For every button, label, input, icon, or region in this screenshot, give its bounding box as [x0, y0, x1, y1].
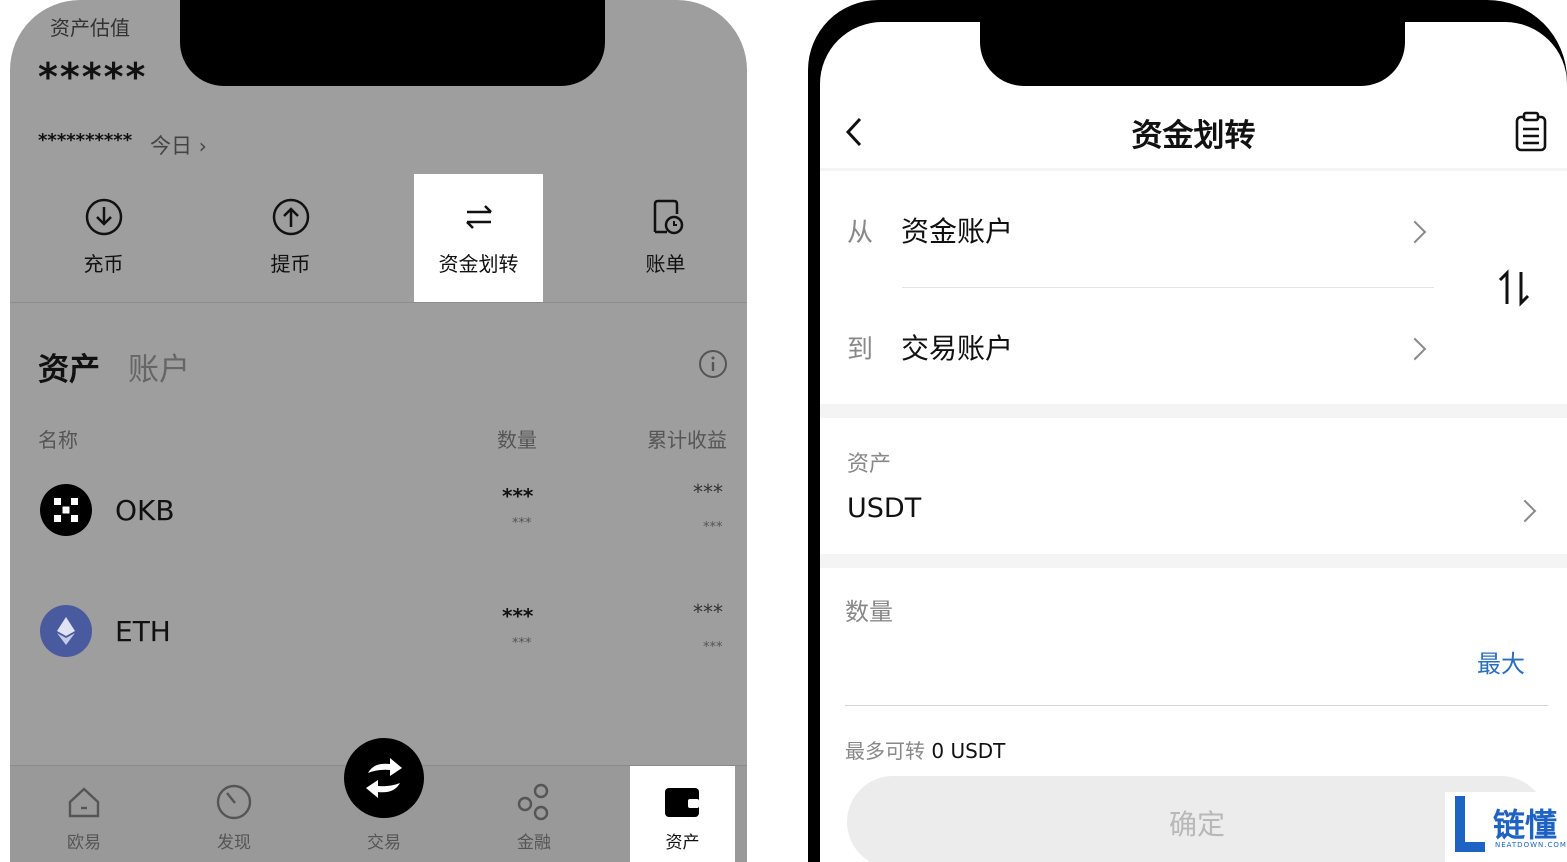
- withdraw-button[interactable]: 提币: [226, 174, 355, 302]
- column-pnl: 累计收益: [647, 428, 727, 452]
- to-account-value: 交易账户: [901, 332, 1014, 365]
- watermark-brand: 链懂: [1493, 806, 1558, 844]
- okb-logo-icon: [40, 484, 92, 536]
- from-label: 从: [847, 218, 874, 248]
- amount-underline: [845, 705, 1548, 706]
- confirm-button[interactable]: 确定: [847, 776, 1547, 862]
- chevron-right-icon: [1403, 337, 1427, 361]
- deposit-icon: [85, 198, 123, 236]
- asset-pnl: ***: [693, 600, 723, 624]
- chevron-right-icon: [1403, 220, 1427, 244]
- chevron-right-icon: [1513, 499, 1537, 523]
- asset-name: ETH: [115, 615, 171, 648]
- asset-quantity: ***: [502, 604, 534, 628]
- right-phone: 资金划转 从 资金账户 到 交易账户 资产 USDT 数量 最大 最多可转 0 …: [808, 0, 1567, 862]
- watermark-logo: 链懂 NEATDOWN.COM: [1445, 792, 1567, 862]
- info-icon[interactable]: [698, 349, 728, 379]
- asset-selector[interactable]: 资产 USDT: [820, 418, 1567, 554]
- to-label: 到: [847, 335, 874, 365]
- table-row[interactable]: ETH *** *** *** ***: [10, 590, 747, 680]
- nav-home[interactable]: 欧易: [34, 766, 134, 862]
- divider: [820, 168, 1567, 171]
- asset-pnl-sub: ***: [703, 520, 723, 535]
- max-button[interactable]: 最大: [1477, 644, 1525, 679]
- deposit-button[interactable]: 充币: [39, 174, 168, 302]
- column-name: 名称: [38, 428, 78, 452]
- left-phone: 资产估值 ***** ********** 今日 › 充币 提币 资金划转 账单…: [0, 0, 760, 862]
- asset-label: 资产: [847, 452, 892, 477]
- today-link[interactable]: 今日 ›: [150, 130, 207, 160]
- tab-assets[interactable]: 资产: [38, 344, 100, 389]
- from-account-value: 资金账户: [901, 215, 1014, 248]
- bill-icon: [653, 199, 684, 235]
- today-label: 今日: [150, 134, 192, 158]
- table-row[interactable]: OKB *** *** *** ***: [10, 470, 747, 560]
- transfer-label: 资金划转: [438, 252, 519, 276]
- available-value: 0 USDT: [931, 739, 1006, 763]
- section-gap: [820, 554, 1567, 568]
- section-gap: [820, 404, 1567, 418]
- page-title: 资金划转: [1131, 118, 1256, 154]
- asset-quantity-sub: ***: [512, 516, 532, 531]
- phone-notch: [180, 0, 605, 86]
- watermark-mark-base: [1455, 842, 1485, 852]
- nav-finance-label: 金融: [517, 833, 551, 853]
- nav-discover-label: 发现: [217, 833, 251, 853]
- asset-quantity: ***: [502, 484, 534, 508]
- withdraw-icon: [272, 198, 310, 236]
- available-amount: 最多可转 0 USDT: [845, 735, 1005, 764]
- from-account-selector[interactable]: 从 资金账户: [820, 182, 1460, 282]
- asset-pnl-sub: ***: [703, 640, 723, 655]
- nav-trade-label: 交易: [367, 833, 401, 853]
- column-quantity: 数量: [497, 428, 537, 452]
- divider: [10, 302, 747, 303]
- masked-sub-balance: **********: [38, 130, 133, 151]
- eth-logo-icon: [40, 605, 92, 657]
- nav-assets-label: 资产: [665, 833, 700, 853]
- transfer-button[interactable]: 资金划转: [414, 174, 543, 302]
- transfer-screen: 资金划转 从 资金账户 到 交易账户 资产 USDT 数量 最大 最多可转 0 …: [820, 22, 1567, 862]
- amount-label: 数量: [845, 598, 893, 626]
- watermark-domain: NEATDOWN.COM: [1495, 841, 1567, 849]
- tab-accounts[interactable]: 账户: [128, 344, 190, 389]
- bill-label: 账单: [645, 252, 686, 276]
- withdraw-label: 提币: [270, 252, 311, 276]
- asset-value: USDT: [847, 493, 922, 524]
- finance-icon: [517, 783, 549, 821]
- phone-notch: [980, 22, 1405, 86]
- asset-valuation-label: 资产估值: [50, 16, 130, 40]
- divider: [902, 287, 1434, 288]
- wallet-icon: [665, 788, 699, 817]
- deposit-label: 充币: [83, 252, 124, 276]
- assets-screen: 资产估值 ***** ********** 今日 › 充币 提币 资金划转 账单…: [10, 0, 747, 862]
- masked-balance[interactable]: *****: [38, 55, 147, 99]
- clipboard-icon[interactable]: [1513, 110, 1549, 154]
- confirm-label: 确定: [1168, 808, 1225, 841]
- to-account-selector[interactable]: 到 交易账户: [820, 300, 1460, 400]
- asset-name: OKB: [115, 494, 175, 527]
- trade-swap-button[interactable]: [344, 738, 424, 818]
- available-label: 最多可转: [845, 739, 925, 763]
- bill-button[interactable]: 账单: [601, 174, 730, 302]
- amount-input[interactable]: [845, 632, 1465, 702]
- nav-home-label: 欧易: [67, 833, 101, 853]
- transfer-icon: [466, 205, 492, 229]
- trade-swap-icon: [366, 758, 402, 798]
- discover-icon: [216, 784, 252, 820]
- home-icon: [68, 787, 100, 818]
- nav-finance[interactable]: 金融: [484, 766, 584, 862]
- asset-quantity-sub: ***: [512, 636, 532, 651]
- asset-pnl: ***: [693, 480, 723, 504]
- swap-direction-icon[interactable]: [1496, 268, 1532, 308]
- chevron-right-icon: ›: [198, 134, 207, 158]
- nav-assets[interactable]: 资产: [630, 766, 735, 862]
- nav-discover[interactable]: 发现: [184, 766, 284, 862]
